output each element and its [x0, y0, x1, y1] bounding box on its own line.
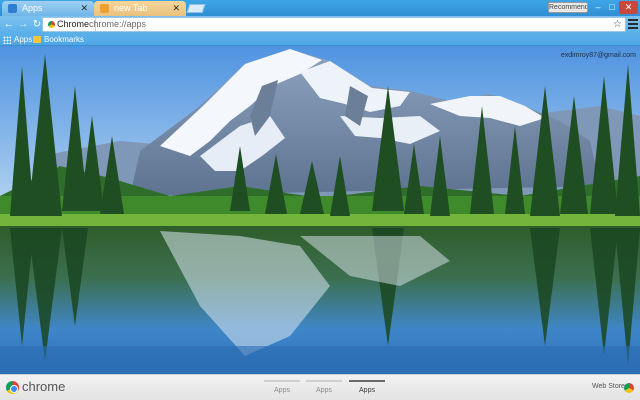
- back-button[interactable]: ←: [2, 16, 16, 33]
- close-tab-icon[interactable]: ✕: [172, 1, 180, 15]
- brand-wordmark: chrome: [22, 379, 66, 394]
- page-indicator-active[interactable]: Apps: [349, 380, 385, 398]
- app-launcher-footer: chrome Apps Apps Apps Web Store: [0, 374, 640, 400]
- menu-icon[interactable]: [628, 19, 638, 30]
- tab-label: new Tab: [114, 3, 148, 13]
- close-window-button[interactable]: ✕: [619, 1, 638, 14]
- bookmark-label: Bookmarks: [44, 35, 85, 44]
- bookmark-apps[interactable]: Apps: [3, 33, 32, 46]
- page-indicator[interactable]: Apps: [264, 380, 300, 398]
- url-text[interactable]: chrome://apps: [89, 18, 146, 31]
- minimize-button[interactable]: –: [591, 1, 605, 14]
- toolbar: ← → ↻ Chrome chrome://apps ☆: [0, 16, 640, 33]
- page-indicator-bar: [349, 380, 385, 382]
- page-indicator-label: Apps: [316, 387, 332, 394]
- page-indicator-label: Apps: [359, 387, 375, 394]
- bookmark-label: Apps: [14, 35, 33, 44]
- page-indicator[interactable]: Apps: [306, 380, 342, 398]
- new-tab-favicon: [100, 4, 109, 13]
- page-indicator-bar: [306, 380, 342, 382]
- web-store-link[interactable]: Web Store: [592, 383, 625, 390]
- bookmark-star-icon[interactable]: ☆: [613, 18, 622, 31]
- web-store-icon[interactable]: [624, 383, 634, 393]
- tab-label: Apps: [22, 3, 43, 13]
- site-chip-label: Chrome: [57, 19, 90, 29]
- background-image: [0, 46, 640, 374]
- page-indicator-bar: [264, 380, 300, 382]
- folder-icon: [33, 36, 41, 43]
- chrome-logo-icon: [6, 381, 19, 394]
- new-tab-button[interactable]: [186, 4, 206, 13]
- account-email[interactable]: exdimroy87@gmail.com: [561, 52, 636, 59]
- bookmarks-bar: Apps Bookmarks: [0, 33, 640, 46]
- apps-grid-icon: [3, 36, 11, 44]
- tab-new-tab[interactable]: new Tab ✕: [94, 1, 186, 16]
- profile-button[interactable]: Recommend: [548, 2, 588, 13]
- chrome-icon: [48, 21, 55, 28]
- bookmark-folder[interactable]: Bookmarks: [33, 33, 84, 46]
- tab-strip: Apps ✕ new Tab ✕ Recommend – □ ✕: [0, 0, 640, 16]
- forward-button[interactable]: →: [16, 16, 30, 33]
- apps-tab-favicon: [8, 4, 17, 13]
- close-tab-icon[interactable]: ✕: [80, 1, 88, 15]
- tab-apps[interactable]: Apps ✕: [2, 1, 94, 16]
- page-indicator-label: Apps: [274, 387, 290, 394]
- address-bar[interactable]: Chrome chrome://apps ☆: [42, 17, 626, 32]
- maximize-button[interactable]: □: [605, 1, 619, 14]
